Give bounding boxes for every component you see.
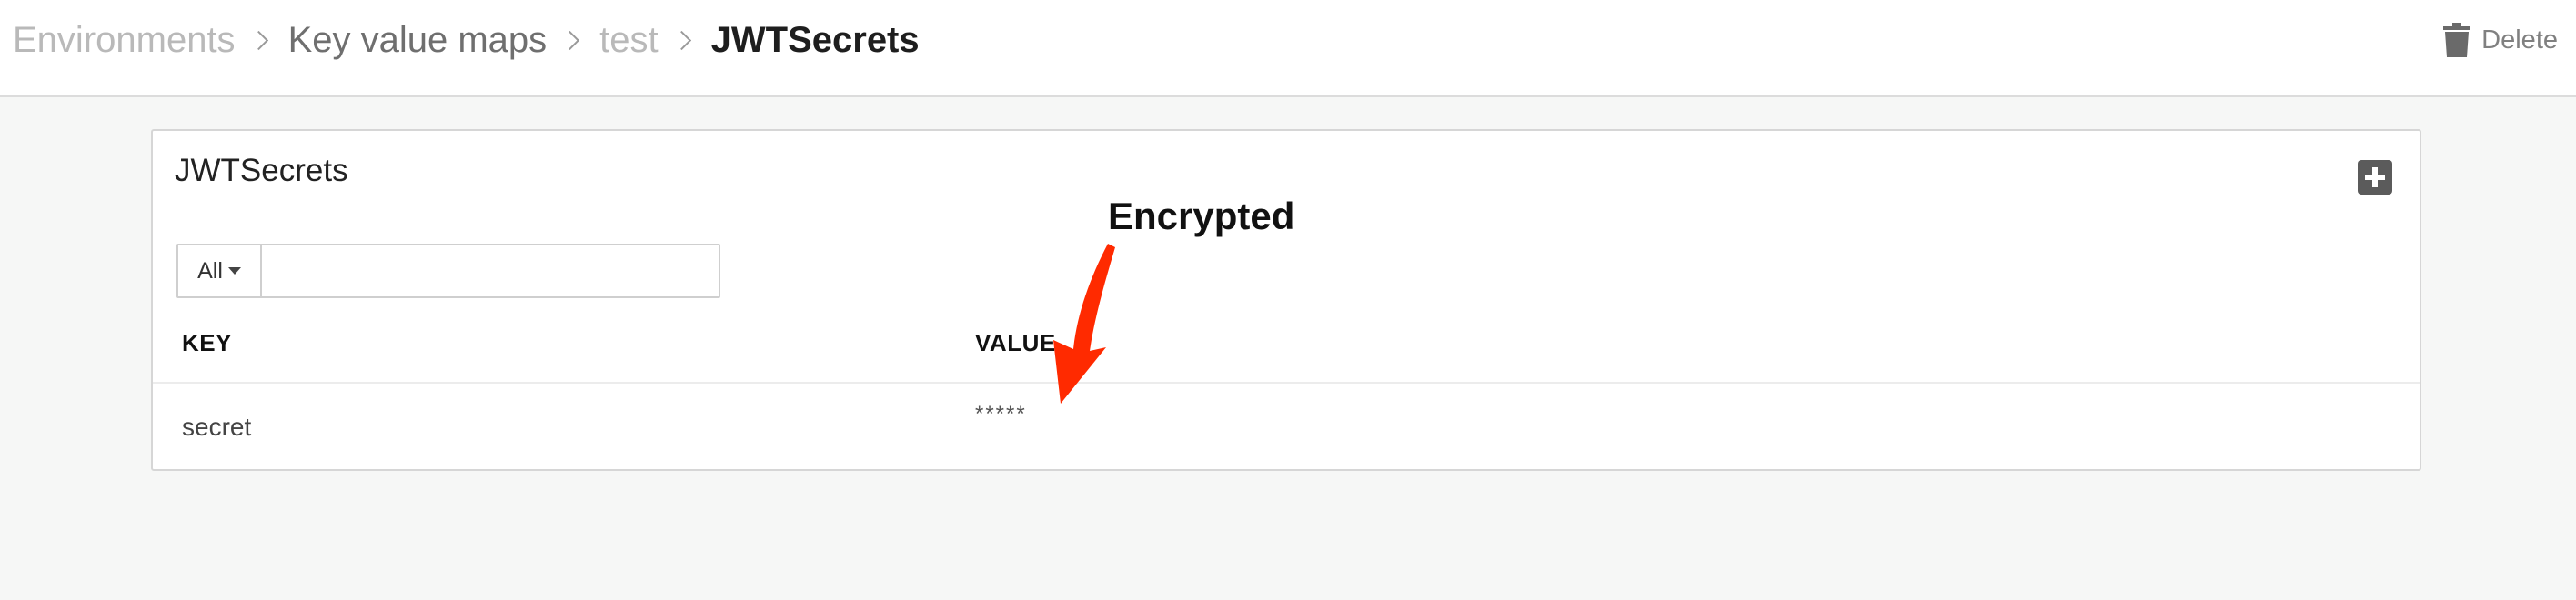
chevron-right-icon	[236, 22, 288, 58]
trash-icon	[2443, 23, 2471, 57]
top-bar: Environments Key value maps test JWTSecr…	[0, 0, 2576, 97]
filter-scope-label: All	[197, 257, 223, 284]
filter-scope-dropdown[interactable]: All	[178, 245, 262, 296]
plus-icon[interactable]	[2358, 160, 2392, 195]
table-cell-key[interactable]: secret	[182, 413, 251, 442]
annotation-label: Encrypted	[1108, 195, 1295, 237]
chevron-right-icon	[547, 22, 599, 58]
kvm-panel: JWTSecrets All KEY VALUE secret *****	[151, 129, 2421, 471]
breadcrumb: Environments Key value maps test JWTSecr…	[13, 13, 920, 67]
table-cell-value[interactable]: *****	[975, 402, 1027, 427]
chevron-right-icon	[659, 22, 711, 58]
breadcrumb-test[interactable]: test	[599, 20, 658, 61]
breadcrumb-current: JWTSecrets	[710, 19, 920, 60]
filter-bar: All	[176, 244, 720, 298]
arrow-annotation-icon	[1053, 244, 1115, 404]
breadcrumb-key-value-maps[interactable]: Key value maps	[288, 20, 548, 61]
column-header-key[interactable]: KEY	[182, 329, 232, 357]
breadcrumb-environments[interactable]: Environments	[13, 20, 236, 61]
panel-title: JWTSecrets	[175, 153, 348, 188]
divider	[153, 382, 2420, 384]
delete-label: Delete	[2481, 25, 2558, 55]
delete-button[interactable]: Delete	[2443, 20, 2558, 60]
caret-down-icon	[227, 267, 241, 275]
filter-input[interactable]	[262, 245, 719, 296]
